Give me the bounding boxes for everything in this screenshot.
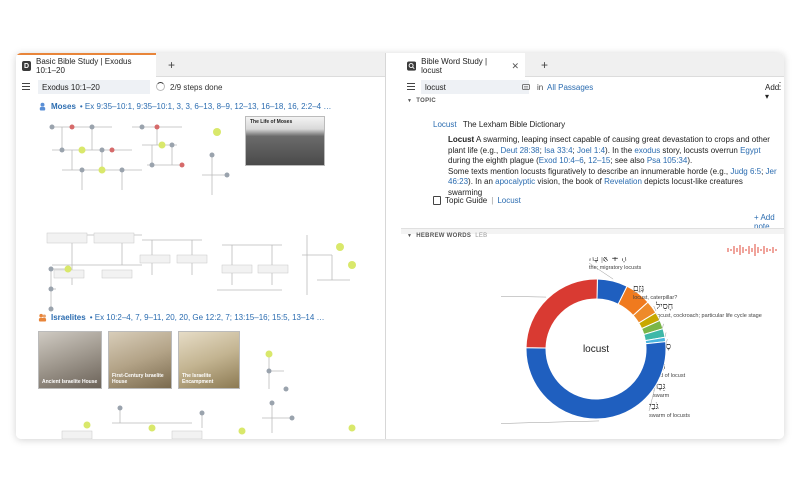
photo-caption: First-Century Israelite House (112, 373, 164, 385)
search-magnifier-icon (407, 61, 417, 71)
ref-link[interactable]: Judg 6:5 (730, 167, 761, 176)
document-icon: D (22, 61, 31, 71)
israelites-tree[interactable] (32, 393, 372, 439)
collapse-triangle-icon: ▼ (407, 233, 413, 239)
ref-link[interactable]: Exod 10:4–6 (539, 156, 584, 165)
left-toolbar: 2/9 steps done (16, 77, 385, 97)
life-of-moses-caption: The Life of Moses (250, 119, 293, 125)
moses-tree-continuation (48, 265, 72, 312)
more-options-icon[interactable] (775, 81, 784, 92)
tab-bible-word-study[interactable]: Bible Word Study | locust ✕ (401, 53, 525, 77)
menu-icon[interactable] (407, 83, 415, 90)
moses-section-title: Moses • Ex 9:35–10:1, 9:35–10:1, 3, 3, 6… (38, 102, 331, 111)
topic-link[interactable]: exodus (634, 146, 660, 155)
topic-article: Locust A swarming, leaping insect capabl… (448, 135, 777, 197)
tab-basic-bible-study[interactable]: D Basic Bible Study | Exodus 10:1–20 (16, 53, 156, 77)
gloss-label: swarm (653, 393, 670, 399)
hebrew-word-label[interactable]: חָסִיל (655, 301, 673, 312)
life-of-moses-image[interactable]: The Life of Moses (245, 116, 325, 166)
person-icon (39, 102, 46, 111)
leb-label: LEB (475, 233, 488, 239)
gloss-label: locust, caterpillar? (633, 295, 677, 301)
photo-caption: The Israelite Encampment (182, 373, 214, 385)
close-tab-icon[interactable]: ✕ (511, 61, 519, 72)
all-passages-dropdown[interactable]: All Passages (547, 83, 593, 92)
topic-row: Locust The Lexham Bible Dictionary (433, 120, 565, 129)
audio-waveform-icon[interactable] (723, 243, 779, 257)
donut-slice[interactable] (525, 278, 598, 349)
keyboard-icon[interactable] (522, 83, 530, 91)
menu-icon[interactable] (22, 83, 30, 90)
bible-word-study-pane: Bible Word Study | locust ✕ + in All Pas… (401, 53, 784, 439)
basic-bible-study-pane: D Basic Bible Study | Exodus 10:1–20 + 2… (16, 53, 386, 439)
topic-guide-row: Topic Guide | Locust (433, 196, 521, 205)
left-tab-bar: D Basic Bible Study | Exodus 10:1–20 + (16, 53, 385, 77)
collapse-triangle-icon: ▼ (407, 98, 413, 104)
steps-done-label: 2/9 steps done (170, 83, 223, 92)
reference-input[interactable] (38, 80, 150, 94)
israelite-encampment-image[interactable]: The Israelite Encampment (178, 331, 240, 389)
first-century-house-image[interactable]: First-Century Israelite House (108, 331, 172, 389)
ref-link[interactable]: 12–15 (588, 156, 610, 165)
topic-term-link[interactable]: Locust (433, 120, 457, 129)
right-toolbar: in All Passages Add ▾ (401, 77, 784, 101)
donut-center-label: locust (583, 344, 609, 355)
right-tab-bar: Bible Word Study | locust ✕ + (401, 53, 784, 77)
tab-title: Basic Bible Study | Exodus 10:1–20 (36, 57, 132, 75)
hebrew-words-donut-chart[interactable]: הָ + אַרְבֶּהthe; migratory locusts גָּזָ… (501, 257, 771, 437)
israelites-section-title: Israelites • Ex 10:2–4, 7, 9–11, 20, 20,… (38, 313, 325, 322)
ref-link[interactable]: Psa 105:34 (647, 156, 687, 165)
people-group-icon (38, 313, 47, 322)
hebrew-words-section-header[interactable]: ▼ HEBREW WORDS LEB (407, 233, 487, 239)
ref-link[interactable]: Joel 1:4 (577, 146, 605, 155)
topic-link[interactable]: apocalyptic (495, 177, 535, 186)
ref-link[interactable]: Deut 28:38 (500, 146, 539, 155)
ref-link[interactable]: Isa 33:4 (544, 146, 572, 155)
add-tab-icon[interactable]: + (168, 58, 175, 72)
app-window: D Basic Bible Study | Exodus 10:1–20 + 2… (16, 53, 784, 439)
topic-source: The Lexham Bible Dictionary (462, 120, 566, 129)
israelites-tree-right (265, 350, 289, 392)
in-label: in (537, 83, 544, 92)
topic-guide-link[interactable]: Locust (497, 196, 521, 205)
gloss-label: swarm of locusts (649, 413, 690, 419)
book-link[interactable]: Revelation (604, 177, 642, 186)
guide-book-icon (433, 196, 441, 205)
photo-caption: Ancient Israelite House (42, 379, 98, 385)
hebrew-word-label[interactable]: הָ + אַרְבֶּה (589, 257, 627, 264)
gloss-label: locust, cockroach; particular life cycle… (656, 313, 762, 319)
topic-guide-label: Topic Guide (445, 196, 488, 205)
israelites-refs[interactable]: • Ex 10:2–4, 7, 9–11, 20, 20, Ge 12:2, 7… (90, 313, 325, 322)
israelites-link[interactable]: Israelites (51, 313, 86, 322)
ancient-israelite-house-image[interactable]: Ancient Israelite House (38, 331, 102, 389)
progress-spinner-icon (156, 82, 165, 91)
place-link[interactable]: Egypt (740, 146, 760, 155)
word-search-input[interactable] (421, 80, 529, 94)
donut-leader-line (501, 296, 547, 298)
gloss-label: the; migratory locusts (589, 265, 642, 271)
donut-leader-line (501, 420, 600, 424)
tab-title: Bible Word Study | locust (421, 57, 488, 75)
hebrew-word-label[interactable]: גֹּבַי (649, 402, 659, 412)
add-tab-icon[interactable]: + (541, 58, 548, 72)
moses-link[interactable]: Moses (51, 102, 76, 111)
topic-section-header[interactable]: ▼ TOPIC (407, 98, 436, 104)
hebrew-word-label[interactable]: גָּזָם (633, 284, 644, 294)
moses-refs[interactable]: • Ex 9:35–10:1, 9:35–10:1, 3, 3, 6–13, 8… (80, 102, 331, 111)
